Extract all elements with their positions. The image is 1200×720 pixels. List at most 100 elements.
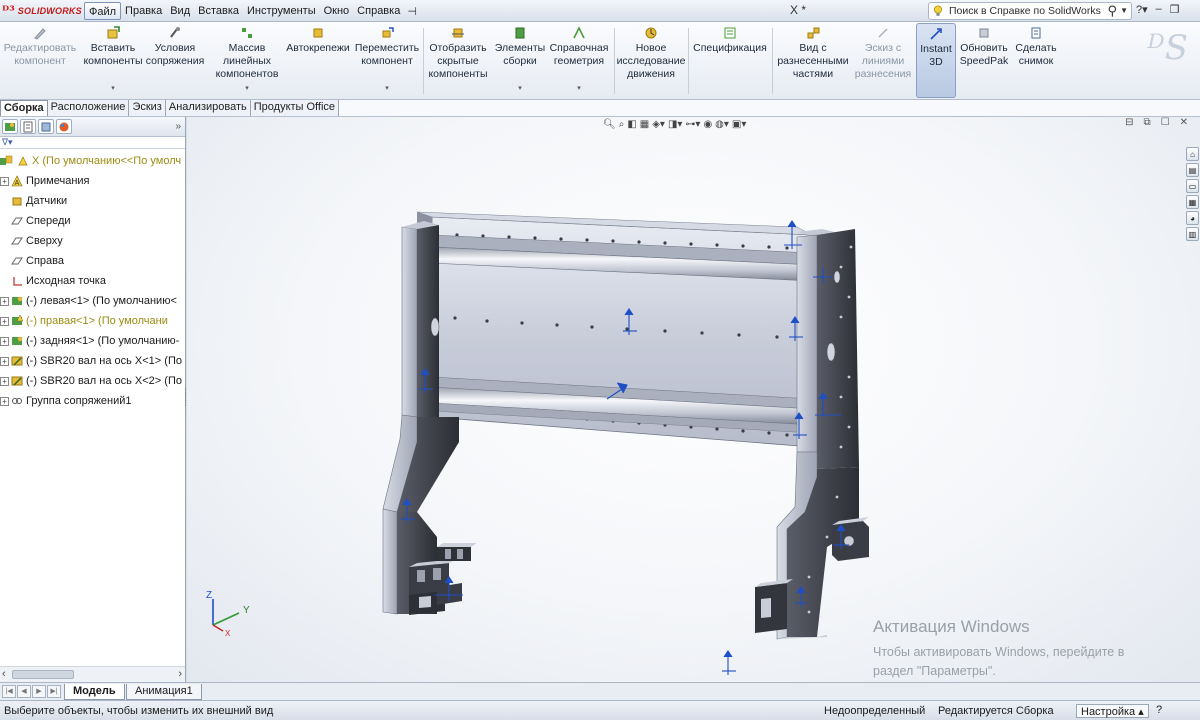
ribbon-separator bbox=[688, 28, 689, 94]
part-icon bbox=[10, 375, 24, 388]
last-tab-icon[interactable]: ▶| bbox=[47, 685, 61, 698]
tab-model[interactable]: Модель bbox=[64, 684, 125, 700]
tree-filter[interactable]: ∇▾ bbox=[0, 137, 185, 149]
expand-icon[interactable]: + bbox=[0, 376, 9, 386]
tab-office-products[interactable]: Продукты Office bbox=[250, 100, 340, 116]
explode-line-sketch-button[interactable]: Эскиз с линиями разнесения bbox=[852, 26, 914, 98]
tab-layout[interactable]: Расположение bbox=[47, 100, 130, 116]
menu-file[interactable]: Файл bbox=[84, 2, 122, 20]
panel-toolbar: » bbox=[0, 117, 185, 137]
restore-icon[interactable]: ❐ bbox=[1170, 3, 1180, 16]
property-manager-tab-icon[interactable] bbox=[20, 119, 36, 134]
new-motion-study-button[interactable]: Новое исследование движения bbox=[616, 26, 686, 98]
edit-component-button[interactable]: Редактировать компонент bbox=[2, 26, 78, 98]
dropdown-arrow-icon[interactable]: ▾ bbox=[111, 82, 115, 95]
reference-geometry-button[interactable]: Справочная геометрия ▾ bbox=[548, 26, 610, 98]
exploded-view-button[interactable]: Вид с разнесенными частями bbox=[774, 26, 852, 98]
tree-item-shaft-2[interactable]: + (-) SBR20 вал на ось X<2> (По bbox=[0, 371, 186, 391]
tree-item-top-plane[interactable]: Сверху bbox=[0, 231, 186, 251]
next-tab-icon[interactable]: ▶ bbox=[32, 685, 46, 698]
assembly-features-button[interactable]: Элементы сборки ▾ bbox=[494, 26, 546, 98]
bottom-tabs: |◀ ◀ ▶ ▶| Модель Анимация1 bbox=[0, 682, 1200, 700]
more-tabs-icon[interactable]: » bbox=[175, 121, 181, 132]
feature-manager-tab-icon[interactable] bbox=[2, 119, 18, 134]
configuration-manager-tab-icon[interactable] bbox=[38, 119, 54, 134]
tree-item-shaft-1[interactable]: + (-) SBR20 вал на ось X<1> (По bbox=[0, 351, 186, 371]
ds-logo-icon: ᴰ³ bbox=[2, 3, 15, 19]
instant3d-button[interactable]: Instant 3D bbox=[916, 23, 956, 98]
take-snapshot-button[interactable]: Сделать снимок bbox=[1012, 26, 1060, 98]
tree-item-part-right[interactable]: + (-) правая<1> (По умолчани bbox=[0, 311, 186, 331]
expand-icon[interactable]: + bbox=[0, 296, 9, 306]
menu-view[interactable]: Вид bbox=[166, 2, 194, 20]
help-search-input[interactable]: Поиск в Справке по SolidWorks bbox=[949, 5, 1101, 17]
solidworks-logo[interactable]: ᴰ³ SOLIDWORKS bbox=[2, 3, 82, 19]
show-hidden-components-button[interactable]: Отобразить скрытые компоненты bbox=[426, 26, 490, 98]
feature-manager-panel: » ∇▾ X (По умолчанию<<По умолч + A Приме… bbox=[0, 117, 186, 682]
graphics-area[interactable]: 🔍︎ ⌕ ◧ ▦ ◈▾ ◨▾ ⊶▾ ◉ ◍▾ ▣▾ ⊟ ⧉ ☐ ✕ ⌂ ▤ ▭ … bbox=[187, 117, 1200, 682]
annotations-icon: A bbox=[10, 175, 24, 188]
tree-item-part-left[interactable]: + (-) левая<1> (По умолчанию< bbox=[0, 291, 186, 311]
dropdown-arrow-icon[interactable]: ▾ bbox=[245, 82, 249, 95]
expand-icon[interactable]: + bbox=[0, 176, 9, 186]
svg-text:A: A bbox=[15, 180, 20, 187]
status-definition: Недоопределенный bbox=[824, 705, 926, 717]
search-dropdown-icon[interactable]: ▼ bbox=[1120, 6, 1128, 15]
tree-item-mates-group[interactable]: + Группа сопряжений1 bbox=[0, 391, 186, 411]
tree-item-front-plane[interactable]: Спереди bbox=[0, 211, 186, 231]
tab-animation1[interactable]: Анимация1 bbox=[126, 684, 202, 700]
custom-settings-button[interactable]: Настройка ▴ bbox=[1076, 704, 1149, 718]
tree-item-annotations[interactable]: + A Примечания bbox=[0, 171, 186, 191]
expand-icon[interactable]: + bbox=[0, 396, 9, 406]
triad-z-label: Z bbox=[206, 590, 212, 601]
activation-title: Активация Windows bbox=[873, 617, 1030, 636]
bom-button[interactable]: Спецификация bbox=[690, 26, 770, 98]
tree-item-right-plane[interactable]: Справа bbox=[0, 251, 186, 271]
windows-activation-watermark: Активация Windows Чтобы активировать Win… bbox=[873, 617, 1124, 681]
status-editing: Редактируется Сборка bbox=[938, 705, 1054, 717]
title-bar: ᴰ³ SOLIDWORKS Файл Правка Вид Вставка Ин… bbox=[0, 0, 1200, 22]
appearance-tab-icon[interactable] bbox=[56, 119, 72, 134]
prev-tab-icon[interactable]: ◀ bbox=[17, 685, 31, 698]
assembly-model[interactable] bbox=[187, 117, 1200, 682]
triad-x-label: X bbox=[225, 629, 231, 637]
dropdown-arrow-icon[interactable]: ▾ bbox=[518, 82, 522, 95]
dropdown-arrow-icon[interactable]: ▾ bbox=[577, 82, 581, 95]
horizontal-scrollbar[interactable]: ‹ › bbox=[0, 666, 185, 682]
menu-tools[interactable]: Инструменты bbox=[243, 2, 320, 20]
ribbon-separator bbox=[423, 28, 424, 94]
scroll-thumb[interactable] bbox=[12, 670, 74, 679]
scroll-right-icon[interactable]: › bbox=[178, 668, 182, 680]
menu-window[interactable]: Окно bbox=[320, 2, 354, 20]
search-icon[interactable]: ⚲ bbox=[1107, 3, 1117, 19]
update-speedpak-button[interactable]: Обновить SpeedPak bbox=[958, 26, 1010, 98]
menu-edit[interactable]: Правка bbox=[121, 2, 166, 20]
assembly-features-icon bbox=[512, 26, 528, 40]
tab-assembly[interactable]: Сборка bbox=[0, 100, 48, 116]
linear-pattern-button[interactable]: Массив линейных компонентов ▾ bbox=[210, 26, 284, 98]
mate-button[interactable]: Условия сопряжения bbox=[146, 26, 204, 98]
minimize-icon[interactable]: – bbox=[1156, 3, 1162, 16]
smart-fasteners-button[interactable]: Автокрепежи bbox=[284, 26, 352, 98]
expand-icon[interactable]: + bbox=[0, 316, 9, 326]
menu-help[interactable]: Справка bbox=[353, 2, 404, 20]
expand-icon[interactable]: + bbox=[0, 336, 9, 346]
expand-icon[interactable]: + bbox=[0, 356, 9, 366]
first-tab-icon[interactable]: |◀ bbox=[2, 685, 16, 698]
tree-root[interactable]: X (По умолчанию<<По умолч bbox=[0, 151, 186, 171]
pin-menu-icon[interactable]: ⊣ bbox=[407, 5, 417, 18]
help-options-icon[interactable]: ?▾ bbox=[1136, 3, 1148, 16]
menu-insert[interactable]: Вставка bbox=[194, 2, 243, 20]
move-component-button[interactable]: Переместить компонент ▾ bbox=[354, 26, 420, 98]
insert-components-button[interactable]: Вставить компоненты ▾ bbox=[80, 26, 146, 98]
tab-sketch[interactable]: Эскиз bbox=[129, 100, 166, 116]
scroll-left-icon[interactable]: ‹ bbox=[2, 668, 6, 680]
tree-item-origin[interactable]: Исходная точка bbox=[0, 271, 186, 291]
help-search-box[interactable]: Поиск в Справке по SolidWorks ⚲ ▼ bbox=[928, 2, 1132, 20]
filter-icon[interactable]: ∇▾ bbox=[2, 137, 13, 147]
status-help-button[interactable]: ? bbox=[1156, 704, 1162, 716]
tree-item-part-back[interactable]: + (-) задняя<1> (По умолчанию- bbox=[0, 331, 186, 351]
tree-item-sensors[interactable]: Датчики bbox=[0, 191, 186, 211]
tab-evaluate[interactable]: Анализировать bbox=[165, 100, 251, 116]
dropdown-arrow-icon[interactable]: ▾ bbox=[385, 82, 389, 95]
